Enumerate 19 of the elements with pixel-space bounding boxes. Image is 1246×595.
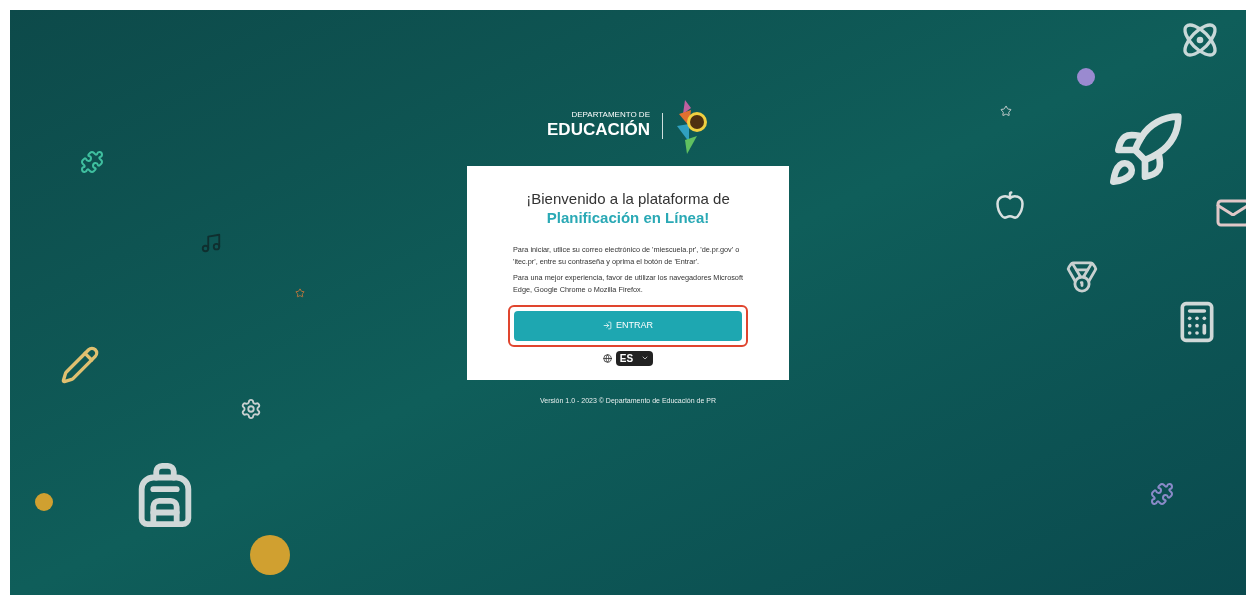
welcome-title: ¡Bienvenido a la plataforma de xyxy=(526,190,730,209)
globe-icon xyxy=(602,353,612,363)
star-icon xyxy=(1000,105,1012,117)
login-icon xyxy=(603,321,612,330)
apple-icon xyxy=(995,190,1025,220)
puzzle-icon xyxy=(80,150,104,174)
star-icon xyxy=(295,288,305,298)
language-select[interactable]: ES xyxy=(615,350,654,366)
logo-emblem-icon xyxy=(674,98,709,154)
chevron-down-icon xyxy=(641,354,650,362)
music-note-icon xyxy=(200,232,222,254)
gear-icon xyxy=(240,398,262,420)
platform-name: Planificación en Línea! xyxy=(546,208,710,228)
puzzle-icon xyxy=(1150,482,1174,506)
logo-title: EDUCACIÓN xyxy=(547,119,650,141)
logo-subtitle: DEPARTAMENTO DE xyxy=(571,111,650,120)
medal-icon xyxy=(1065,260,1099,294)
atom-icon xyxy=(1180,20,1220,60)
pencil-icon xyxy=(60,345,100,385)
